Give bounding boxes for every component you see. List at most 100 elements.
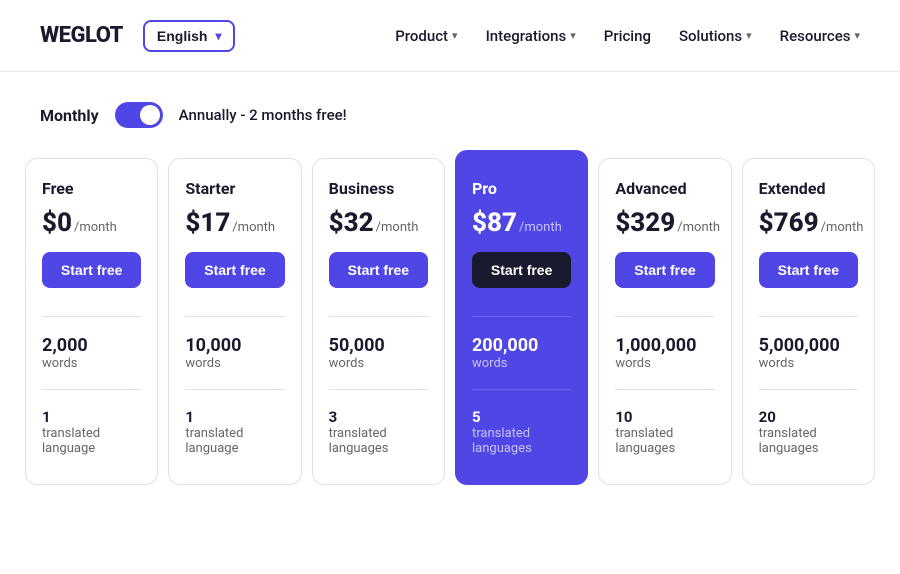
languages-feature: 10 translated languages (615, 408, 714, 456)
price-period: /month (74, 220, 117, 235)
words-count: 50,000 (329, 335, 428, 356)
languages-feature: 5 translated languages (472, 408, 571, 456)
price-row: $769 /month (759, 208, 858, 238)
chevron-down-icon: ▾ (215, 29, 221, 43)
divider (329, 389, 428, 390)
start-free-button[interactable]: Start free (759, 252, 858, 288)
language-selector[interactable]: English ▾ (143, 20, 236, 52)
plan-card-extended: Extended $769 /month Start free 5,000,00… (742, 158, 875, 485)
plan-card-free: Free $0 /month Start free 2,000 words 1 … (25, 158, 158, 485)
price-row: $329 /month (615, 208, 714, 238)
divider (185, 316, 284, 317)
toggle-knob (140, 105, 160, 125)
price-period: /month (519, 220, 562, 235)
billing-toggle-section: Monthly Annually - 2 months free! (0, 72, 900, 148)
translated-count: 20 (759, 408, 858, 426)
plan-name: Business (329, 179, 428, 198)
chevron-down-icon: ▾ (452, 29, 458, 42)
price-amount: $769 (759, 208, 819, 238)
price-amount: $17 (185, 208, 230, 238)
divider (472, 389, 571, 390)
translated-label: translated languages (759, 426, 858, 456)
languages-feature: 20 translated languages (759, 408, 858, 456)
price-row: $87 /month (472, 208, 571, 238)
words-feature: 200,000 words (472, 335, 571, 379)
annual-label: Annually - 2 months free! (179, 106, 347, 124)
nav-integrations[interactable]: Integrations ▾ (486, 27, 576, 45)
divider (42, 316, 141, 317)
price-amount: $87 (472, 208, 517, 238)
plan-name: Starter (185, 179, 284, 198)
chevron-down-icon: ▾ (570, 29, 576, 42)
words-feature: 1,000,000 words (615, 335, 714, 379)
billing-toggle[interactable] (115, 102, 163, 128)
chevron-down-icon: ▾ (746, 29, 752, 42)
plan-card-business: Business $32 /month Start free 50,000 wo… (312, 158, 445, 485)
words-count: 1,000,000 (615, 335, 714, 356)
chevron-down-icon: ▾ (854, 29, 860, 42)
words-feature: 50,000 words (329, 335, 428, 379)
price-amount: $329 (615, 208, 675, 238)
start-free-button[interactable]: Start free (472, 252, 571, 288)
price-period: /month (677, 220, 720, 235)
translated-count: 5 (472, 408, 571, 426)
start-free-button[interactable]: Start free (615, 252, 714, 288)
price-period: /month (821, 220, 864, 235)
translated-count: 3 (329, 408, 428, 426)
languages-feature: 1 translated language (42, 408, 141, 456)
words-label: words (42, 356, 141, 371)
words-feature: 5,000,000 words (759, 335, 858, 379)
language-label: English (157, 28, 208, 44)
words-label: words (185, 356, 284, 371)
words-count: 2,000 (42, 335, 141, 356)
translated-label: translated languages (472, 426, 571, 456)
plan-card-starter: Starter $17 /month Start free 10,000 wor… (168, 158, 301, 485)
price-period: /month (232, 220, 275, 235)
price-row: $32 /month (329, 208, 428, 238)
translated-count: 1 (185, 408, 284, 426)
translated-label: translated languages (329, 426, 428, 456)
plan-name: Advanced (615, 179, 714, 198)
start-free-button[interactable]: Start free (185, 252, 284, 288)
translated-count: 10 (615, 408, 714, 426)
divider (185, 389, 284, 390)
divider (472, 316, 571, 317)
translated-label: translated language (185, 426, 284, 456)
words-count: 5,000,000 (759, 335, 858, 356)
start-free-button[interactable]: Start free (329, 252, 428, 288)
pricing-cards: Free $0 /month Start free 2,000 words 1 … (0, 148, 900, 515)
nav-resources[interactable]: Resources ▾ (780, 27, 860, 45)
price-amount: $32 (329, 208, 374, 238)
translated-count: 1 (42, 408, 141, 426)
words-label: words (329, 356, 428, 371)
nav-pricing[interactable]: Pricing (604, 27, 651, 45)
plan-card-pro: Pro $87 /month Start free 200,000 words … (455, 150, 588, 485)
plan-name: Free (42, 179, 141, 198)
divider (615, 316, 714, 317)
languages-feature: 1 translated language (185, 408, 284, 456)
divider (42, 389, 141, 390)
divider (615, 389, 714, 390)
price-row: $17 /month (185, 208, 284, 238)
divider (759, 316, 858, 317)
words-feature: 2,000 words (42, 335, 141, 379)
words-feature: 10,000 words (185, 335, 284, 379)
nav-solutions[interactable]: Solutions ▾ (679, 27, 752, 45)
price-row: $0 /month (42, 208, 141, 238)
nav-product[interactable]: Product ▾ (395, 27, 457, 45)
words-count: 10,000 (185, 335, 284, 356)
words-label: words (615, 356, 714, 371)
languages-feature: 3 translated languages (329, 408, 428, 456)
divider (759, 389, 858, 390)
plan-card-advanced: Advanced $329 /month Start free 1,000,00… (598, 158, 731, 485)
logo: WEGLOT (40, 23, 123, 48)
plan-name: Extended (759, 179, 858, 198)
translated-label: translated languages (615, 426, 714, 456)
main-nav: Product ▾ Integrations ▾ Pricing Solutio… (395, 27, 860, 45)
words-label: words (759, 356, 858, 371)
words-count: 200,000 (472, 335, 571, 356)
price-period: /month (376, 220, 419, 235)
words-label: words (472, 356, 571, 371)
price-amount: $0 (42, 208, 72, 238)
start-free-button[interactable]: Start free (42, 252, 141, 288)
